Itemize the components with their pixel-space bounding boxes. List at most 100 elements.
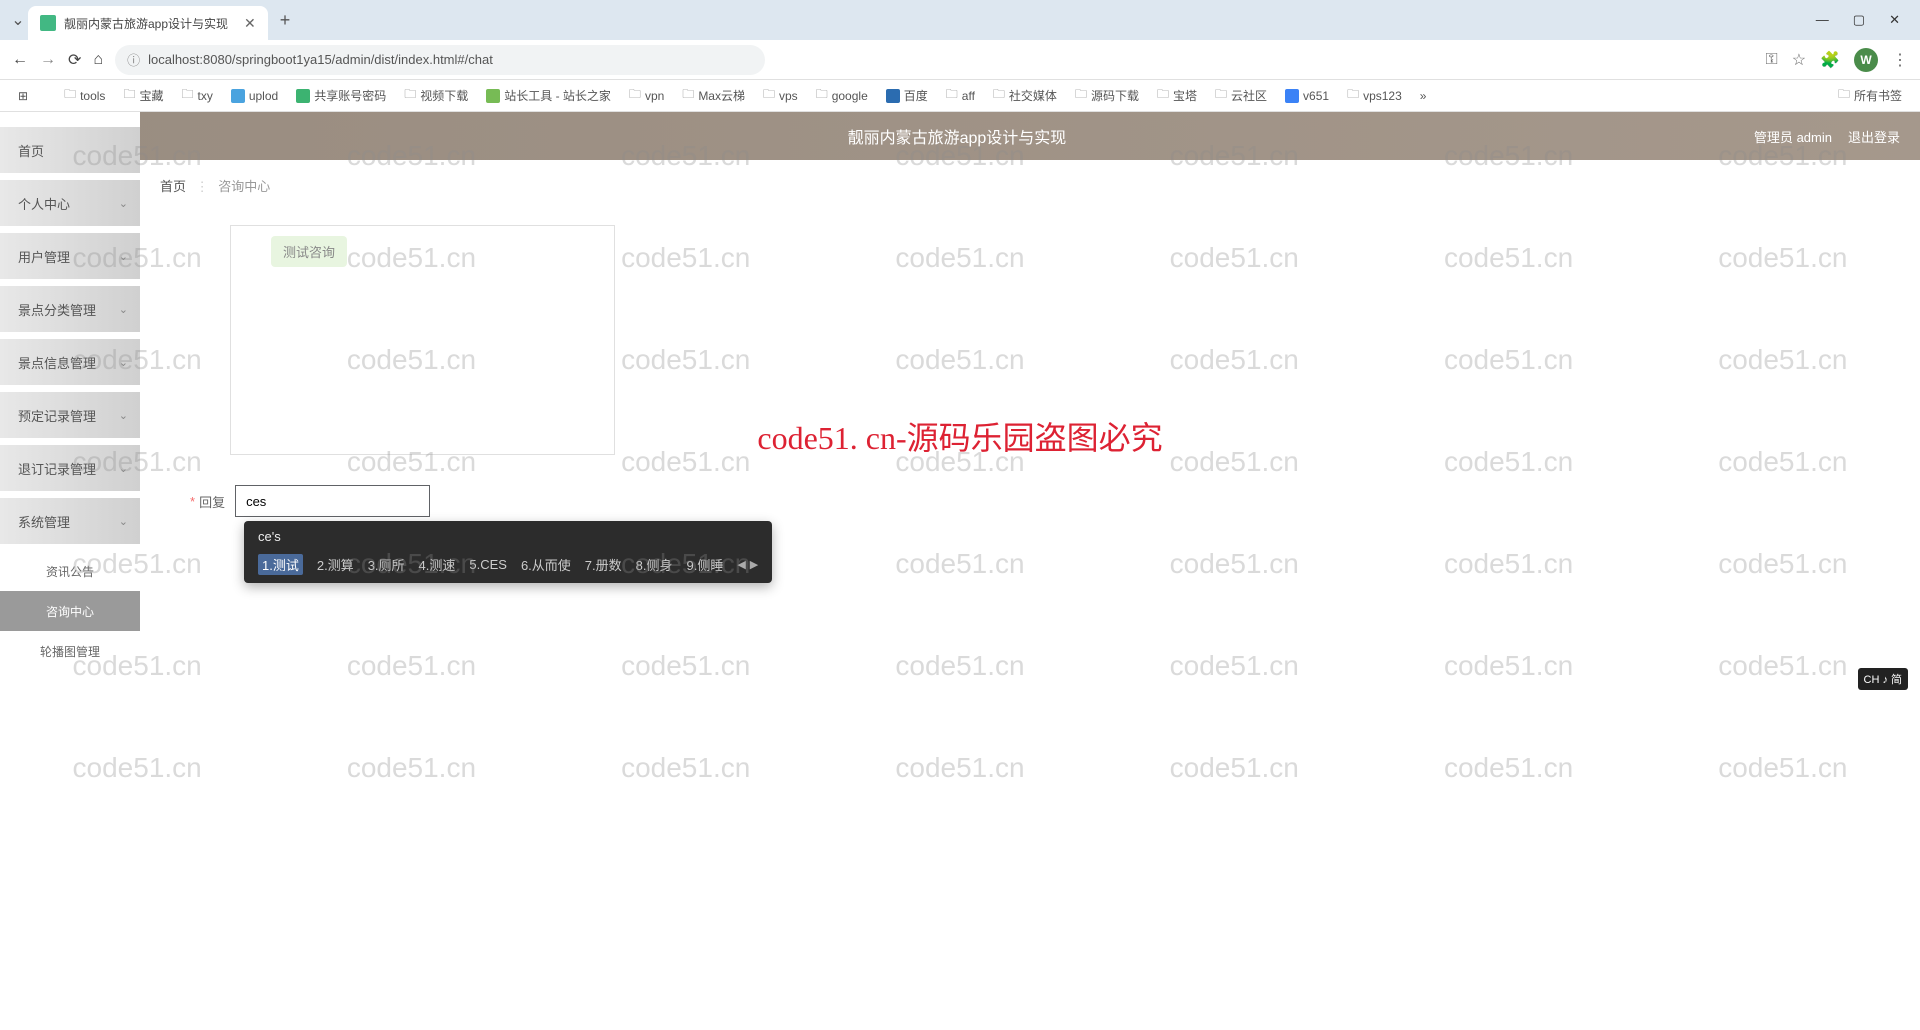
bookmark-item[interactable]: 🗀宝塔: [1151, 83, 1203, 108]
all-bookmarks-button[interactable]: 🗀 所有书签: [1832, 83, 1908, 108]
ime-prev-icon[interactable]: ◀: [737, 558, 745, 571]
bookmark-item[interactable]: 🗀aff: [940, 83, 981, 108]
browser-tab-active[interactable]: 靓丽内蒙古旅游app设计与实现 ✕: [28, 6, 268, 40]
reply-form-row: * 回复: [190, 485, 1900, 517]
ime-candidate-list: 1.测试 2.测算 3.厕所 4.测速 5.CES 6.从而使 7.册数 8.侧身 9.侧睡 ◀ ▶: [244, 550, 772, 577]
sidebar-item-2[interactable]: 用户管理⌄: [0, 233, 140, 279]
bookmark-item[interactable]: 🗀txy: [175, 83, 218, 108]
sidebar: 首页个人中心⌄ 用户管理⌄ 景点分类管理⌄ 景点信息管理⌄ 预定记录管理⌄ 退订记录管理⌄…: [0, 112, 140, 1030]
site-icon: [296, 89, 310, 103]
bookmarks-overflow[interactable]: »: [1414, 87, 1433, 105]
bookmark-star-icon[interactable]: ☆: [1792, 50, 1806, 70]
tab-title: 靓丽内蒙古旅游app设计与实现: [64, 15, 228, 32]
minimize-button[interactable]: —: [1816, 12, 1829, 28]
reload-button[interactable]: ⟳: [68, 50, 81, 70]
tab-list-dropdown[interactable]: ⌄: [8, 10, 28, 30]
bookmark-item[interactable]: 🗀源码下载: [1069, 83, 1145, 108]
folder-icon: 🗀: [1838, 85, 1850, 106]
sidebar-sub-0[interactable]: 资讯公告: [0, 551, 140, 591]
maximize-button[interactable]: ▢: [1853, 12, 1865, 28]
close-window-button[interactable]: ✕: [1889, 12, 1900, 28]
bookmark-item[interactable]: 站长工具 - 站长之家: [480, 83, 617, 108]
chevron-down-icon: ⌄: [119, 409, 128, 422]
folder-icon: 🗀: [181, 85, 193, 106]
bookmark-item[interactable]: 🗀google: [810, 83, 874, 108]
sidebar-item-5[interactable]: 预定记录管理⌄: [0, 392, 140, 438]
bookmark-item[interactable]: 🗀tools: [58, 83, 111, 108]
ime-candidate[interactable]: 2.测算: [317, 555, 354, 574]
chat-history-box[interactable]: 测试咨询: [230, 225, 615, 455]
chevron-down-icon: ⌄: [119, 197, 128, 210]
browser-menu-icon[interactable]: ⋮: [1892, 50, 1908, 70]
ime-candidate-popup[interactable]: ce's 1.测试2.测算3.厕所4.测速5.CES6.从而使7.册数8.侧身9…: [244, 521, 772, 583]
folder-icon: 🗀: [763, 85, 775, 106]
bookmark-item[interactable]: 🗀vpn: [623, 83, 670, 108]
bookmark-item[interactable]: 共享账号密码: [290, 83, 392, 108]
ime-candidate[interactable]: 1.测试: [258, 554, 303, 575]
sidebar-item-7[interactable]: 系统管理⌄: [0, 498, 140, 544]
breadcrumb-separator-icon: ⋮: [196, 179, 209, 194]
ime-next-icon[interactable]: ▶: [750, 558, 758, 571]
ime-candidate[interactable]: 8.侧身: [636, 555, 673, 574]
bookmark-item[interactable]: 🗀社交媒体: [987, 83, 1063, 108]
ime-candidate[interactable]: 9.侧睡: [686, 555, 723, 574]
bookmark-item[interactable]: 百度: [880, 83, 934, 108]
reply-input[interactable]: [235, 485, 430, 517]
sidebar-item-0[interactable]: 首页: [0, 127, 140, 173]
profile-avatar[interactable]: W: [1854, 48, 1878, 72]
bookmark-item[interactable]: 🗀vps123: [1341, 83, 1408, 108]
bookmark-item[interactable]: v651: [1279, 83, 1335, 108]
bookmark-item[interactable]: 🗀宝藏: [117, 83, 169, 108]
sidebar-item-3[interactable]: 景点分类管理⌄: [0, 286, 140, 332]
sidebar-item-1[interactable]: 个人中心⌄: [0, 180, 140, 226]
bookmarks-bar: ⊞ 🗀tools🗀宝藏🗀txy uplod共享账号密码🗀视频下载站长工具 - 站长…: [0, 80, 1920, 112]
bookmark-item[interactable]: 🗀vps: [757, 83, 804, 108]
sidebar-sub-2[interactable]: 轮播图管理: [0, 631, 140, 671]
sidebar-item-4[interactable]: 景点信息管理⌄: [0, 339, 140, 385]
folder-icon: 🗀: [1075, 85, 1087, 106]
ime-language-indicator[interactable]: CH ♪ 简: [1858, 668, 1909, 690]
address-bar[interactable]: ⓘ localhost:8080/springboot1ya15/admin/d…: [115, 45, 765, 75]
folder-icon: 🗀: [946, 85, 958, 106]
chevron-down-icon: ⌄: [119, 356, 128, 369]
bookmark-item[interactable]: uplod: [225, 83, 284, 108]
site-icon: [886, 89, 900, 103]
folder-icon: 🗀: [123, 85, 135, 106]
new-tab-button[interactable]: +: [280, 10, 291, 31]
bookmark-item[interactable]: [40, 83, 52, 108]
ime-candidate[interactable]: 6.从而使: [521, 555, 571, 574]
content-area: 首页 ⋮ 咨询中心 测试咨询 * 回复: [140, 160, 1920, 1030]
folder-icon: 🗀: [816, 85, 828, 106]
home-button[interactable]: ⌂: [93, 51, 103, 69]
browser-tab-strip: ⌄ 靓丽内蒙古旅游app设计与实现 ✕ + — ▢ ✕: [0, 0, 1920, 40]
ime-candidate[interactable]: 3.厕所: [368, 555, 405, 574]
bookmark-item[interactable]: 🗀视频下载: [398, 83, 474, 108]
breadcrumb-home[interactable]: 首页: [160, 179, 186, 194]
close-tab-icon[interactable]: ✕: [244, 15, 256, 32]
chevron-down-icon: ⌄: [119, 250, 128, 263]
breadcrumb-current: 咨询中心: [218, 179, 270, 194]
sidebar-item-6[interactable]: 退订记录管理⌄: [0, 445, 140, 491]
folder-icon: 🗀: [629, 85, 641, 106]
ime-candidate[interactable]: 4.测速: [419, 555, 456, 574]
bookmark-item[interactable]: 🗀云社区: [1209, 83, 1273, 108]
logout-link[interactable]: 退出登录: [1848, 127, 1900, 146]
password-key-icon[interactable]: ⚿: [1766, 51, 1778, 69]
apps-grid-icon[interactable]: ⊞: [12, 87, 34, 105]
site-info-icon: ⓘ: [127, 50, 140, 69]
chevron-down-icon: ⌄: [119, 515, 128, 528]
forward-button[interactable]: →: [40, 51, 56, 69]
folder-icon: 🗀: [1215, 85, 1227, 106]
breadcrumb: 首页 ⋮ 咨询中心: [160, 176, 1900, 195]
window-controls: — ▢ ✕: [1816, 12, 1912, 28]
extensions-icon[interactable]: 🧩: [1820, 50, 1840, 70]
app-header: 靓丽内蒙古旅游app设计与实现 管理员 admin 退出登录: [140, 112, 1920, 160]
bookmark-item[interactable]: 🗀Max云梯: [676, 83, 751, 108]
reply-label: 回复: [199, 492, 225, 511]
ime-candidate[interactable]: 5.CES: [469, 557, 507, 572]
folder-icon: 🗀: [1347, 85, 1359, 106]
sidebar-sub-1[interactable]: 咨询中心: [0, 591, 140, 631]
ime-candidate[interactable]: 7.册数: [585, 555, 622, 574]
browser-toolbar: ← → ⟳ ⌂ ⓘ localhost:8080/springboot1ya15…: [0, 40, 1920, 80]
back-button[interactable]: ←: [12, 51, 28, 69]
